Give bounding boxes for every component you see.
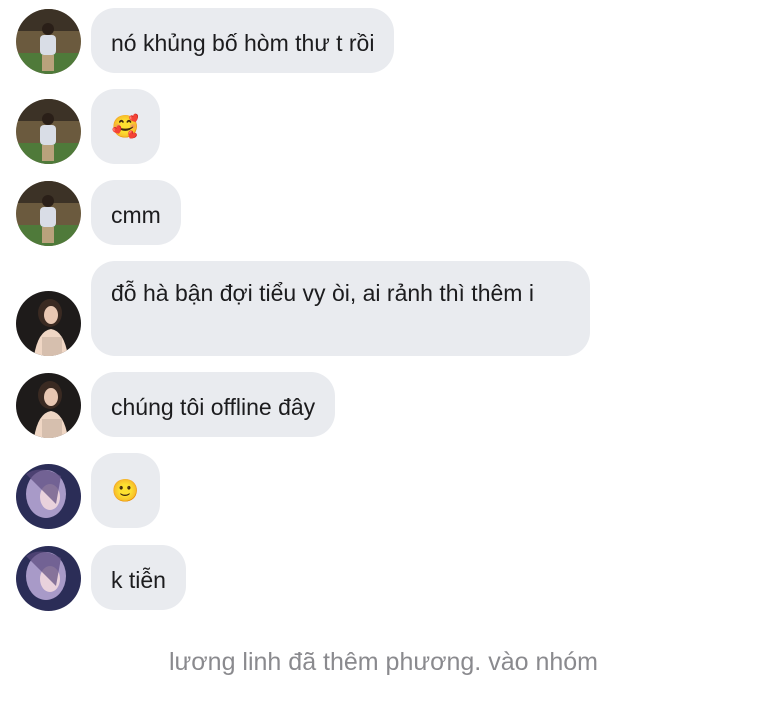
message-bubble[interactable]: 🙂 [91, 453, 160, 528]
message-text: đỗ hà bận đợi tiểu vy òi, ai rảnh thì th… [111, 280, 534, 306]
message-text: cmm [111, 202, 161, 228]
message-bubble[interactable]: k tiễn [91, 545, 186, 610]
message-text: k tiễn [111, 567, 166, 593]
message-bubble[interactable]: chúng tôi offline đây [91, 372, 336, 437]
message-bubble[interactable]: đỗ hà bận đợi tiểu vy òi, ai rảnh thì th… [91, 261, 590, 356]
message-bubble[interactable]: nó khủng bố hòm thư t rồi [91, 8, 395, 73]
message-bubble[interactable]: 🥰 [91, 89, 160, 164]
avatar[interactable] [16, 464, 81, 529]
message-bubble[interactable]: cmm [91, 180, 181, 245]
avatar[interactable] [16, 99, 81, 164]
system-notification: lương linh đã thêm phương. vào nhóm [168, 648, 598, 676]
avatar[interactable] [16, 291, 81, 356]
avatar[interactable] [16, 546, 81, 611]
smiling-face-with-hearts-icon: 🥰 [111, 113, 140, 139]
slightly-smiling-face-icon: 🙂 [111, 477, 140, 503]
avatar[interactable] [16, 373, 81, 438]
message-text: nó khủng bố hòm thư t rồi [111, 30, 375, 56]
avatar[interactable] [16, 181, 81, 246]
avatar[interactable] [16, 9, 81, 74]
message-text: chúng tôi offline đây [111, 394, 316, 420]
